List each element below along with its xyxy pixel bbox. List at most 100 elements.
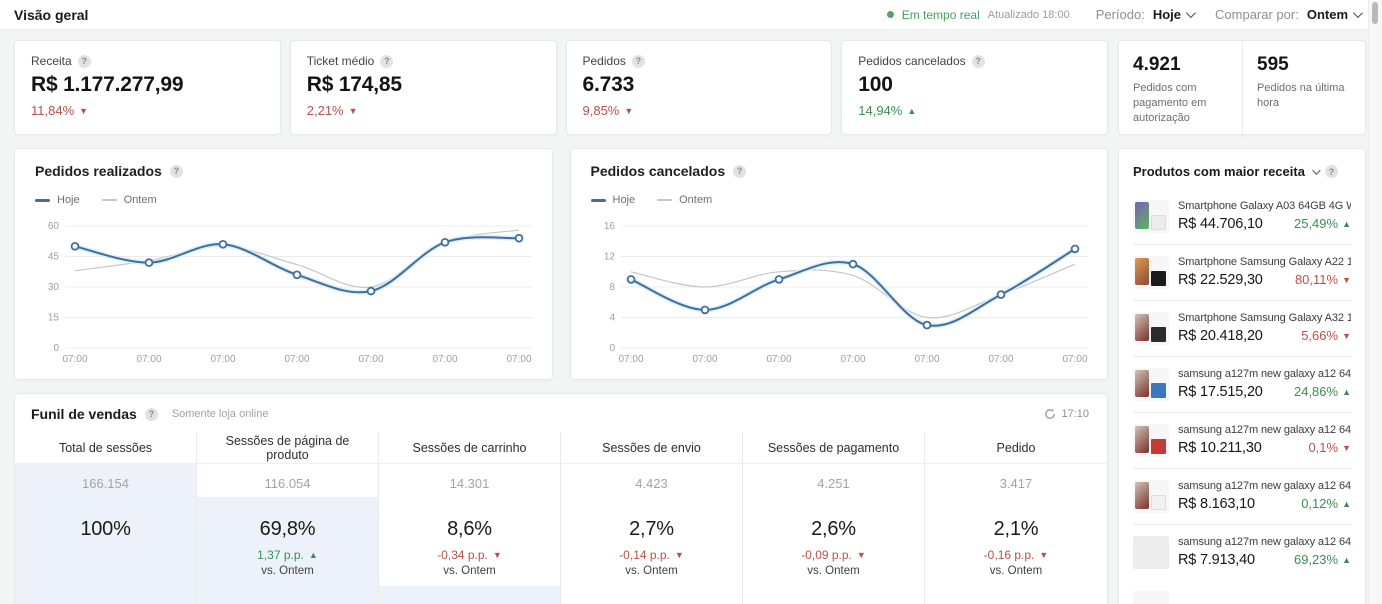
- svg-text:12: 12: [603, 252, 615, 263]
- legend-label: Ontem: [124, 194, 157, 206]
- svg-text:15: 15: [48, 313, 60, 324]
- help-icon[interactable]: [170, 165, 183, 178]
- help-icon[interactable]: [632, 55, 645, 68]
- kpi-label-row: Pedidos cancelados: [858, 54, 1091, 68]
- product-list-item[interactable]: Smartphone Samsung Galaxy A32 12… R$ 20.…: [1133, 301, 1351, 357]
- scrollbar-thumb[interactable]: [1372, 2, 1378, 24]
- kpi-card: Pedidos 6.733 9,85% ▼: [566, 40, 833, 135]
- funnel-step-delta: 1,37 p.p. ▲: [197, 548, 378, 562]
- product-name: samsung a127m new galaxy a12 64gb…: [1178, 536, 1351, 548]
- funnel-step-body: 4.423 2,7% -0,14 p.p. ▼ vs. Ontem: [561, 464, 742, 604]
- period-select[interactable]: Hoje: [1153, 7, 1193, 22]
- product-thumbnail: [1133, 536, 1169, 569]
- svg-text:07:00: 07:00: [766, 354, 791, 365]
- legend-item-yesterday[interactable]: Ontem: [102, 194, 157, 206]
- product-list-item[interactable]: samsung a127m new galaxy a12 64gb… R$ 10…: [1133, 413, 1351, 469]
- funnel-vs-label: vs. Ontem: [197, 565, 378, 577]
- product-list-item[interactable]: Smartphone Galaxy A03 64GB 4G Wi-… R$ 44…: [1133, 189, 1351, 245]
- svg-text:8: 8: [609, 282, 615, 293]
- funnel-step-label: Sessões de página de produto: [197, 432, 378, 464]
- chevron-down-icon[interactable]: [1312, 166, 1320, 174]
- svg-text:07:00: 07:00: [210, 354, 235, 365]
- product-thumbnail: [1133, 368, 1169, 401]
- funnel-steps: Total de sessões 166.154 100% vs. Ontem: [15, 432, 1107, 604]
- funnel-step-count: 4.423: [561, 464, 742, 491]
- period-value: Hoje: [1153, 7, 1181, 22]
- product-list-item[interactable]: Smartphone Samsung Galaxy A22 12… R$ 22.…: [1133, 245, 1351, 301]
- product-info: [1178, 591, 1351, 604]
- product-list-item[interactable]: samsung a127m new galaxy a12 64gb… R$ 8.…: [1133, 469, 1351, 525]
- trend-arrow-icon: ▲: [1342, 219, 1351, 229]
- help-icon[interactable]: [145, 408, 158, 421]
- product-name: Smartphone Galaxy A03 64GB 4G Wi-…: [1178, 200, 1351, 212]
- funnel-step-label: Sessões de envio: [561, 432, 742, 464]
- refresh-icon: [1044, 408, 1056, 420]
- kpi-label-row: Ticket médio: [307, 54, 540, 68]
- product-delta-value: 24,86%: [1294, 384, 1338, 399]
- side-kpi-cell: 595 Pedidos na última hora: [1242, 41, 1365, 139]
- product-list-item[interactable]: samsung a127m new galaxy a12 64gb… R$ 17…: [1133, 357, 1351, 413]
- help-icon[interactable]: [78, 55, 91, 68]
- trend-arrow-icon: ▼: [1039, 550, 1048, 560]
- funnel-step-label: Sessões de carrinho: [379, 432, 560, 464]
- side-kpi-cell: 4.921 Pedidos com pagamento em autorizaç…: [1119, 41, 1242, 139]
- product-revenue: R$ 7.913,40: [1178, 552, 1255, 568]
- line-chart: 048121607:0007:0007:0007:0007:0007:0007:…: [591, 214, 1088, 371]
- overview-dashboard: Visão geral Em tempo real Atualizado 18:…: [0, 0, 1382, 604]
- products-title: Produtos com maior receita: [1133, 164, 1305, 179]
- product-thumbnail: [1133, 200, 1169, 233]
- legend-item-today[interactable]: Hoje: [591, 194, 636, 206]
- legend-item-today[interactable]: Hoje: [35, 194, 80, 206]
- funnel-vs-label: vs. Ontem: [561, 565, 742, 577]
- help-icon[interactable]: [1325, 165, 1338, 178]
- funnel-delta-value: -0,14 p.p.: [619, 548, 670, 562]
- kpi-label: Pedidos: [583, 54, 626, 68]
- product-thumbnail: [1133, 256, 1169, 289]
- funnel-subtitle: Somente loja online: [172, 408, 269, 420]
- orders-chart-card: Pedidos realizados Hoje Ontem 0153045600…: [14, 148, 553, 380]
- sales-funnel-card: Funil de vendas Somente loja online 17:1…: [14, 393, 1108, 604]
- trend-arrow-icon: ▼: [857, 550, 866, 560]
- funnel-step-label: Sessões de pagamento: [743, 432, 924, 464]
- svg-text:07:00: 07:00: [914, 354, 939, 365]
- funnel-step-body: 166.154 100% vs. Ontem: [15, 464, 196, 604]
- funnel-step-percent: 69,8%: [197, 518, 378, 541]
- svg-text:60: 60: [48, 221, 60, 232]
- funnel-refresh[interactable]: 17:10: [1044, 408, 1089, 420]
- funnel-delta-value: 1,37 p.p.: [257, 548, 304, 562]
- product-delta-value: 25,49%: [1294, 216, 1338, 231]
- product-delta: 0,1% ▼: [1308, 440, 1351, 455]
- product-delta-value: 69,23%: [1294, 552, 1338, 567]
- trend-arrow-icon: ▲: [1342, 387, 1351, 397]
- product-delta: 69,23% ▲: [1294, 552, 1351, 567]
- page-title: Visão geral: [14, 7, 88, 23]
- legend-swatch-gray: [102, 199, 117, 201]
- cancelled-chart-card: Pedidos cancelados Hoje Ontem 048121607:…: [570, 148, 1109, 380]
- help-icon[interactable]: [733, 165, 746, 178]
- funnel-vs-label: vs. Ontem: [379, 565, 560, 577]
- funnel-step-delta: -0,16 p.p. ▼: [925, 548, 1107, 562]
- funnel-step: Sessões de página de produto 116.054 69,…: [197, 432, 379, 604]
- kpi-label: Ticket médio: [307, 54, 375, 68]
- svg-text:07:00: 07:00: [988, 354, 1013, 365]
- product-price-row: R$ 17.515,20 24,86% ▲: [1178, 384, 1351, 400]
- help-icon[interactable]: [972, 55, 985, 68]
- compare-select[interactable]: Ontem: [1307, 7, 1360, 22]
- funnel-step-percent: 2,6%: [743, 518, 924, 541]
- legend-swatch-blue: [35, 199, 50, 202]
- funnel-step-count: 116.054: [197, 464, 378, 491]
- legend-label: Hoje: [613, 194, 636, 206]
- trend-arrow-icon: ▼: [493, 550, 502, 560]
- kpi-delta: 9,85% ▼: [583, 103, 816, 118]
- page-scrollbar[interactable]: [1368, 0, 1382, 604]
- chart-title-row: Pedidos realizados: [35, 163, 532, 179]
- legend-item-yesterday[interactable]: Ontem: [657, 194, 712, 206]
- product-price-row: R$ 10.211,30 0,1% ▼: [1178, 440, 1351, 456]
- funnel-delta-value: -0,16 p.p.: [984, 548, 1035, 562]
- charts-row: Pedidos realizados Hoje Ontem 0153045600…: [14, 148, 1108, 380]
- product-info: samsung a127m new galaxy a12 64gb… R$ 10…: [1178, 424, 1351, 457]
- help-icon[interactable]: [380, 55, 393, 68]
- product-price-row: R$ 44.706,10 25,49% ▲: [1178, 216, 1351, 232]
- product-list-item[interactable]: samsung a127m new galaxy a12 64gb… R$ 7.…: [1133, 525, 1351, 580]
- product-list-item[interactable]: [1133, 580, 1351, 604]
